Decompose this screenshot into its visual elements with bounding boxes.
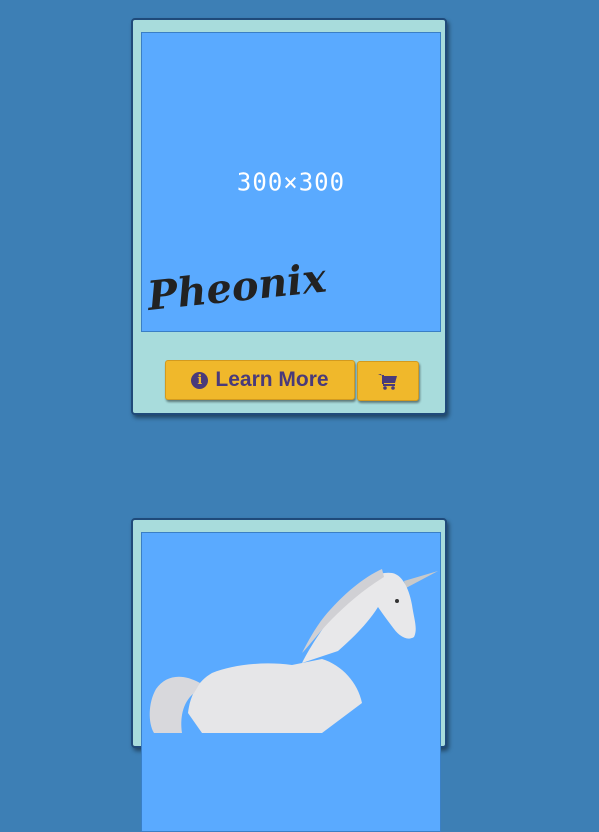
learn-more-button[interactable]: i Learn More [165, 360, 355, 400]
product-card-pheonix: 300×300 Pheonix i Learn More [131, 18, 447, 415]
add-to-cart-button[interactable] [357, 361, 419, 401]
product-name-logo: Pheonix [145, 254, 329, 320]
info-icon: i [191, 371, 209, 389]
product-image-unicorn [141, 532, 441, 832]
shopping-cart-icon [378, 373, 397, 390]
unicorn-image [149, 569, 438, 733]
placeholder-dimensions: 300×300 [236, 167, 346, 197]
learn-more-label: Learn More [215, 368, 329, 391]
product-image-placeholder: 300×300 Pheonix [141, 32, 441, 332]
product-card-unicorn [131, 518, 447, 832]
